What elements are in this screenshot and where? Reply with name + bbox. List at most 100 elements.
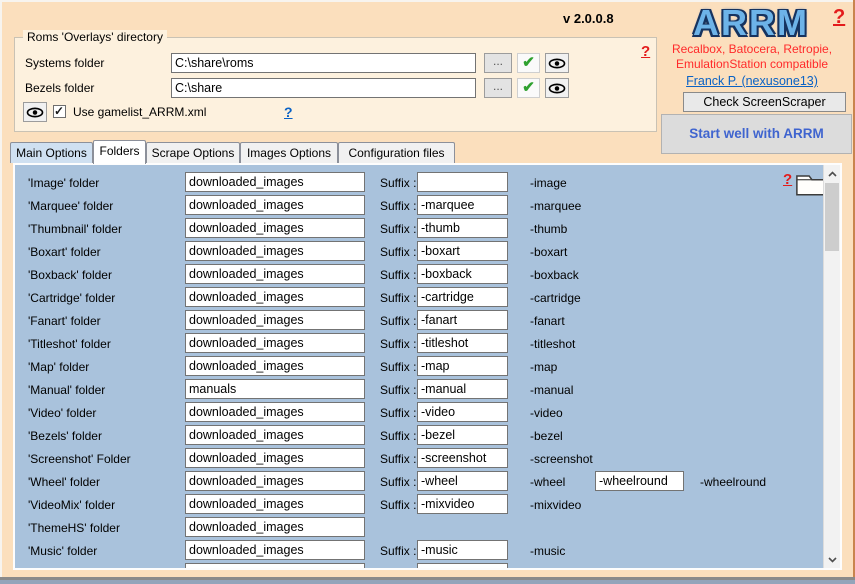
folder-row-label: 'Marquee' folder <box>28 199 113 213</box>
folder-path-input[interactable] <box>185 494 365 514</box>
green-check-icon: ✔ <box>517 78 540 98</box>
suffix-label: Suffix : <box>380 199 416 213</box>
check-screenscraper-button[interactable]: Check ScreenScraper <box>683 92 846 112</box>
folder-path-input[interactable] <box>185 563 365 570</box>
folders-help-link[interactable]: ? <box>783 171 792 188</box>
suffix-name-label: -thumb <box>530 222 567 236</box>
use-gamelist-checkbox[interactable] <box>53 105 66 118</box>
folder-path-input[interactable] <box>185 540 365 560</box>
suffix-label: Suffix : <box>380 291 416 305</box>
folder-path-input[interactable] <box>185 310 365 330</box>
window-border-bottom-outer <box>0 580 855 584</box>
suffix-input[interactable] <box>417 471 508 491</box>
suffix-name-label: -manual <box>530 383 573 397</box>
suffix-label: Suffix : <box>380 498 416 512</box>
scrollbar-thumb[interactable] <box>825 183 839 251</box>
wheelround-suffix-label: -wheelround <box>700 475 766 489</box>
suffix-input[interactable] <box>417 241 508 261</box>
start-with-arrm-button[interactable]: Start well with ARRM <box>661 114 852 154</box>
suffix-name-label: -screenshot <box>530 452 593 466</box>
tab-scrape-options[interactable]: Scrape Options <box>146 142 240 163</box>
tab-configuration-files[interactable]: Configuration files <box>338 142 455 163</box>
suffix-name-label: -fanart <box>530 314 565 328</box>
suffix-label: Suffix : <box>380 176 416 190</box>
eye-icon-gamelist[interactable] <box>23 102 47 122</box>
folder-row-label: 'Image' folder <box>28 176 99 190</box>
suffix-input[interactable] <box>417 563 508 570</box>
folder-path-input[interactable] <box>185 195 365 215</box>
suffix-name-label: -marquee <box>530 199 581 213</box>
systems-folder-input[interactable] <box>171 53 476 73</box>
suffix-name-label: -bezel <box>530 429 563 443</box>
folder-path-input[interactable] <box>185 241 365 261</box>
gamelist-help-link[interactable]: ? <box>284 104 293 120</box>
suffix-label: Suffix : <box>380 406 416 420</box>
tab-folders[interactable]: Folders <box>93 140 146 164</box>
folder-path-input[interactable] <box>185 379 365 399</box>
folder-row-label: 'Screenshot' Folder <box>28 452 131 466</box>
suffix-label: Suffix : <box>380 383 416 397</box>
folder-row-label: 'Manual' folder <box>28 383 105 397</box>
suffix-input[interactable] <box>417 494 508 514</box>
use-gamelist-row: Use gamelist_ARRM.xml ? <box>15 102 656 124</box>
folder-row: 'VideoMix' folder Suffix : -mixvideo <box>15 494 840 517</box>
scrollbar-up-arrow-icon[interactable] <box>824 165 840 182</box>
window-border-top <box>0 0 855 2</box>
folder-row: 'Marquee' folder Suffix : -marquee <box>15 195 840 218</box>
suffix-input[interactable] <box>417 218 508 238</box>
eye-icon-systems[interactable] <box>545 53 569 73</box>
suffix-input[interactable] <box>417 172 508 192</box>
suffix-name-label: -titleshot <box>530 337 575 351</box>
wheelround-suffix-input[interactable] <box>595 471 684 491</box>
folder-path-input[interactable] <box>185 517 365 537</box>
suffix-name-label: -map <box>530 360 557 374</box>
compatibility-line1: Recalbox, Batocera, Retropie, <box>656 42 848 57</box>
suffix-input[interactable] <box>417 425 508 445</box>
systems-browse-button[interactable]: ... <box>484 53 512 73</box>
scrollbar-down-arrow-icon[interactable] <box>824 551 840 568</box>
folder-row-label: 'VideoMix' folder <box>28 498 115 512</box>
folder-row-label: 'Cartridge' folder <box>28 291 115 305</box>
roms-group-help-link[interactable]: ? <box>641 43 650 60</box>
folder-row: 'ThemeHS' folder <box>15 517 840 540</box>
help-question-link-top[interactable]: ? <box>833 6 845 29</box>
suffix-input[interactable] <box>417 195 508 215</box>
folder-row: 'Thumbnail' folder Suffix : -thumb <box>15 218 840 241</box>
folder-path-input[interactable] <box>185 425 365 445</box>
suffix-label: Suffix : <box>380 544 416 558</box>
suffix-input[interactable] <box>417 402 508 422</box>
compatibility-text: Recalbox, Batocera, Retropie, EmulationS… <box>656 42 848 72</box>
tab-images-options[interactable]: Images Options <box>240 142 338 163</box>
suffix-input[interactable] <box>417 540 508 560</box>
suffix-label: Suffix : <box>380 452 416 466</box>
author-link[interactable]: Franck P. (nexusone13) <box>686 74 818 88</box>
eye-icon-bezels[interactable] <box>545 78 569 98</box>
folder-path-input[interactable] <box>185 402 365 422</box>
suffix-input[interactable] <box>417 287 508 307</box>
bezels-folder-input[interactable] <box>171 78 476 98</box>
folder-path-input[interactable] <box>185 172 365 192</box>
suffix-label: Suffix : <box>380 567 416 570</box>
folder-row: 'Image' folder Suffix : -image <box>15 172 840 195</box>
roms-groupbox-title: Roms 'Overlays' directory <box>23 30 167 44</box>
bezels-browse-button[interactable]: ... <box>484 78 512 98</box>
tab-main-options[interactable]: Main Options <box>10 142 93 163</box>
suffix-input[interactable] <box>417 310 508 330</box>
folder-row-label: 'Bezels' folder <box>28 429 102 443</box>
folder-path-input[interactable] <box>185 287 365 307</box>
folder-row: 'Map' folder Suffix : -map <box>15 356 840 379</box>
folder-path-input[interactable] <box>185 448 365 468</box>
suffix-input[interactable] <box>417 448 508 468</box>
suffix-input[interactable] <box>417 333 508 353</box>
suffix-name-label: -wheel <box>530 475 565 489</box>
folder-path-input[interactable] <box>185 264 365 284</box>
vertical-scrollbar[interactable] <box>823 165 840 568</box>
suffix-input[interactable] <box>417 379 508 399</box>
suffix-input[interactable] <box>417 264 508 284</box>
folder-path-input[interactable] <box>185 356 365 376</box>
folder-path-input[interactable] <box>185 333 365 353</box>
suffix-input[interactable] <box>417 356 508 376</box>
folder-path-input[interactable] <box>185 471 365 491</box>
folder-path-input[interactable] <box>185 218 365 238</box>
folder-row-label: 'Boxback' folder <box>28 268 112 282</box>
